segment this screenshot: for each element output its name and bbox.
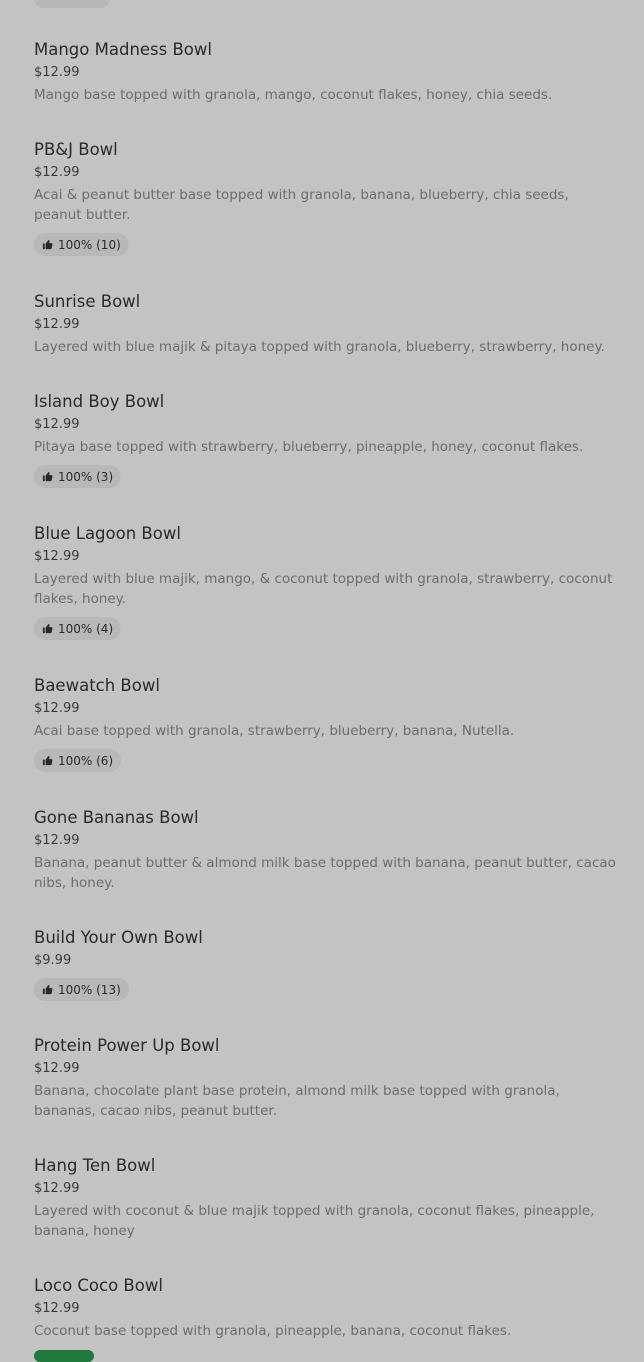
thumbs-up-icon bbox=[42, 984, 53, 995]
menu-item[interactable]: Island Boy Bowl $12.99 Pitaya base toppe… bbox=[34, 392, 618, 488]
item-price: $12.99 bbox=[34, 1301, 80, 1316]
item-description: Coconut base topped with granola, pineap… bbox=[34, 1323, 512, 1339]
rating-text: 100% (3) bbox=[58, 469, 114, 484]
item-name: Mango Madness Bowl bbox=[34, 40, 212, 59]
item-price: $12.99 bbox=[34, 165, 80, 180]
item-name: Protein Power Up Bowl bbox=[34, 1036, 220, 1055]
item-description: Mango base topped with granola, mango, c… bbox=[34, 87, 553, 103]
item-price: $12.99 bbox=[34, 1061, 80, 1076]
item-price: $12.99 bbox=[34, 701, 80, 716]
menu-item[interactable]: Loco Coco Bowl $12.99 Coconut base toppe… bbox=[34, 1276, 618, 1341]
item-description: Acai & peanut butter base topped with gr… bbox=[34, 187, 569, 223]
rating-text: 100% (4) bbox=[58, 621, 114, 636]
item-description: Banana, chocolate plant base protein, al… bbox=[34, 1083, 560, 1119]
item-description: Banana, peanut butter & almond milk base… bbox=[34, 855, 616, 891]
rating-badge: 100% (4) bbox=[34, 617, 122, 640]
menu-item[interactable]: Build Your Own Bowl $9.99 100% (13) bbox=[34, 928, 618, 1001]
item-description: Acai base topped with granola, strawberr… bbox=[34, 723, 515, 739]
item-name: PB&J Bowl bbox=[34, 140, 118, 159]
item-price: $12.99 bbox=[34, 833, 80, 848]
thumbs-up-icon bbox=[42, 623, 53, 634]
item-name: Gone Bananas Bowl bbox=[34, 808, 199, 827]
menu-item[interactable]: PB&J Bowl $12.99 Acai & peanut butter ba… bbox=[34, 140, 618, 256]
item-price: $12.99 bbox=[34, 549, 80, 564]
popular-badge-partial bbox=[34, 1350, 94, 1362]
menu-item[interactable]: Protein Power Up Bowl $12.99 Banana, cho… bbox=[34, 1036, 618, 1121]
item-description: Pitaya base topped with strawberry, blue… bbox=[34, 439, 584, 455]
rating-text: 100% (6) bbox=[58, 753, 114, 768]
menu-item[interactable]: Mango Madness Bowl $12.99 Mango base top… bbox=[34, 40, 618, 105]
item-price: $12.99 bbox=[34, 417, 80, 432]
rating-text: 100% (10) bbox=[58, 237, 121, 252]
thumbs-up-icon bbox=[42, 471, 53, 482]
item-name: Build Your Own Bowl bbox=[34, 928, 203, 947]
rating-badge-partial bbox=[34, 0, 110, 8]
rating-badge: 100% (10) bbox=[34, 233, 129, 256]
rating-badge: 100% (3) bbox=[34, 465, 122, 488]
item-price: $12.99 bbox=[34, 1181, 80, 1196]
thumbs-up-icon bbox=[42, 239, 53, 250]
item-price: $12.99 bbox=[34, 317, 80, 332]
item-description: Layered with blue majik, mango, & coconu… bbox=[34, 571, 613, 607]
rating-badge: 100% (13) bbox=[34, 978, 129, 1001]
rating-text: 100% (13) bbox=[58, 982, 121, 997]
item-name: Hang Ten Bowl bbox=[34, 1156, 156, 1175]
item-name: Blue Lagoon Bowl bbox=[34, 524, 181, 543]
rating-badge: 100% (6) bbox=[34, 749, 122, 772]
item-name: Sunrise Bowl bbox=[34, 292, 141, 311]
item-description: Layered with blue majik & pitaya topped … bbox=[34, 339, 605, 355]
menu-item[interactable]: Hang Ten Bowl $12.99 Layered with coconu… bbox=[34, 1156, 618, 1241]
item-name: Island Boy Bowl bbox=[34, 392, 165, 411]
menu-item[interactable]: Baewatch Bowl $12.99 Acai base topped wi… bbox=[34, 676, 618, 772]
thumbs-up-icon bbox=[42, 755, 53, 766]
item-price: $9.99 bbox=[34, 953, 72, 968]
item-name: Baewatch Bowl bbox=[34, 676, 160, 695]
item-description: Layered with coconut & blue majik topped… bbox=[34, 1203, 595, 1239]
menu-item[interactable]: Blue Lagoon Bowl $12.99 Layered with blu… bbox=[34, 524, 618, 640]
item-name: Loco Coco Bowl bbox=[34, 1276, 163, 1295]
item-price: $12.99 bbox=[34, 65, 80, 80]
menu-item[interactable]: Sunrise Bowl $12.99 Layered with blue ma… bbox=[34, 292, 618, 357]
menu-item[interactable]: Gone Bananas Bowl $12.99 Banana, peanut … bbox=[34, 808, 618, 893]
